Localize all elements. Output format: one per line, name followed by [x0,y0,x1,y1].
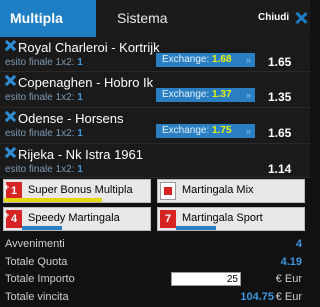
bet-row: Odense - Horsens esito finale 1x2: 1 Exc… [0,108,310,144]
remove-bet-icon[interactable] [5,147,16,158]
remove-bet-icon[interactable] [5,75,16,86]
bet-odd: 1.65 [268,126,292,140]
outcome-value: 1 [77,164,83,175]
outcome-value: 1 [77,92,83,103]
bonus-label: Super Bonus Multipla [28,184,133,196]
bonus-label: Martingala Mix [182,184,254,196]
tab-multipla[interactable]: Multipla [0,0,96,37]
outcome-value: 1 [77,57,83,68]
outcome-label: esito finale 1x2: 1 [5,164,83,175]
summary-vincita: Totale vincita 104.75 € Eur [5,290,302,303]
bet-summary: Avvenimenti 4 Totale Quota 4.19 Totale I… [0,236,310,306]
exchange-arrow-icon: » [245,90,251,100]
outcome-label: esito finale 1x2: 1 [5,57,83,68]
bet-row: Royal Charleroi - Kortrijk esito finale … [0,37,310,72]
exchange-button[interactable]: Exchange: 1.75» [156,124,255,138]
bet-odd: 1.14 [268,162,292,176]
remove-bet-icon[interactable] [5,40,16,51]
summary-importo: Totale Importo € Eur [0,271,310,289]
bonus-speedy-martingala[interactable]: +4 Speedy Martingala [3,207,151,231]
bonus-row: +1 Super Bonus Multipla Martingala Mix [3,179,307,203]
exchange-value: 1.75 [212,125,232,136]
outcome-value: 1 [77,128,83,139]
avvenimenti-value: 4 [295,238,302,250]
outcome-label: esito finale 1x2: 1 [5,128,83,139]
vincita-value: 104.75 [240,290,274,303]
bonus-bar [4,198,102,202]
match-name: Copenaghen - Hobro Ik [18,75,154,90]
bonus-badge [160,182,176,200]
vincita-currency: € Eur [275,290,302,303]
exchange-value: 1.37 [212,89,232,100]
exchange-value: 1.68 [212,54,232,65]
exchange-button[interactable]: Exchange: 1.37» [156,88,255,102]
bet-odd: 1.35 [268,90,292,104]
bet-row: Copenaghen - Hobro Ik esito finale 1x2: … [0,72,310,108]
importo-currency: € Eur [275,273,302,285]
match-name: Rijeka - Nk Istra 1961 [18,147,143,162]
tab-sistema[interactable]: Sistema [117,0,168,37]
stake-input[interactable] [171,272,241,286]
bonus-badge: 7 [160,210,176,228]
close-icon[interactable] [295,12,307,24]
summary-quota: Totale Quota 4.19 [5,255,302,268]
bet-row: Rijeka - Nk Istra 1961 esito finale 1x2:… [0,144,310,178]
outcome-label: esito finale 1x2: 1 [5,92,83,103]
exchange-arrow-icon: » [245,126,251,136]
bonus-super-multipla[interactable]: +1 Super Bonus Multipla [3,179,151,203]
summary-avvenimenti: Avvenimenti 4 [5,238,302,250]
quota-value: 4.19 [280,255,302,268]
bonus-martingala-mix[interactable]: Martingala Mix [157,179,305,203]
exchange-button[interactable]: Exchange: 1.68» [156,53,255,67]
bonus-martingala-sport[interactable]: 7 Martingala Sport [157,207,305,231]
bonus-bar [176,226,216,230]
bonus-label: Martingala Sport [182,212,263,224]
bonus-row: +4 Speedy Martingala 7 Martingala Sport [3,207,307,231]
bonus-label: Speedy Martingala [28,212,120,224]
match-name: Odense - Horsens [18,111,124,126]
remove-bet-icon[interactable] [5,111,16,122]
bonus-bar [22,226,62,230]
match-name: Royal Charleroi - Kortrijk [18,40,160,55]
exchange-arrow-icon: » [245,55,251,65]
bet-list: Royal Charleroi - Kortrijk esito finale … [0,37,310,178]
bonus-badge: +4 [4,210,22,228]
bet-odd: 1.65 [268,55,292,69]
close-button-label[interactable]: Chiudi [258,12,289,23]
bet-slip-tabs: Multipla Sistema Chiudi [0,0,310,37]
